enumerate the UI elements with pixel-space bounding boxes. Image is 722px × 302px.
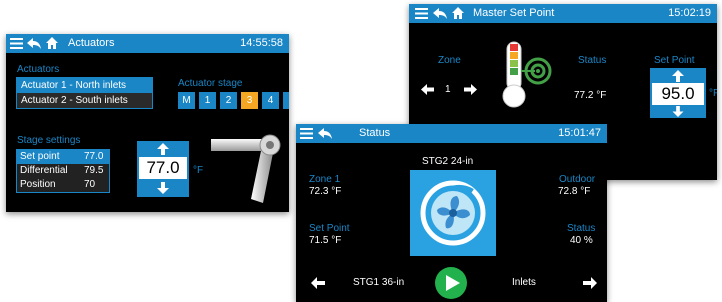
set-point-label: Set Point <box>309 223 350 234</box>
arrow-left-icon[interactable] <box>421 84 434 95</box>
actuator-arm-illustration <box>211 134 281 203</box>
page-title: Master Set Point <box>473 7 555 19</box>
outdoor-label: Outdoor <box>559 174 596 185</box>
stage-settings-table: Set point 77.0 Differential 79.5 Position 7… <box>16 149 110 193</box>
status-panel: Status 15:01:47 STG2 24-in Zone 1 72.3 °… <box>296 124 607 302</box>
header-bar: Master Set Point 15:02:19 <box>409 4 717 23</box>
actuators-panel: Actuators 14:55:58 Actuators Actuator 1 … <box>6 34 289 212</box>
stage-settings-label: Stage settings <box>17 135 81 146</box>
setpoint-stepper: 77.0 <box>137 141 189 197</box>
status-label: Status <box>578 55 607 66</box>
fan-icon[interactable] <box>410 170 496 256</box>
clock: 15:02:19 <box>668 7 711 19</box>
arrow-down-icon[interactable] <box>157 182 169 194</box>
zone-value: 1 <box>445 84 451 95</box>
menu-icon[interactable] <box>415 7 428 20</box>
arrow-up-icon[interactable] <box>672 70 684 82</box>
menu-icon[interactable] <box>300 127 313 140</box>
stage-button-3[interactable]: 3 <box>241 92 258 109</box>
stage-button-1[interactable]: 1 <box>199 92 216 109</box>
list-item[interactable]: Actuator 1 - North inlets <box>17 78 152 93</box>
actuator-stage-label: Actuator stage <box>178 78 243 89</box>
setting-name: Set point <box>20 151 60 162</box>
status-label: Status <box>567 223 596 234</box>
arrow-down-icon[interactable] <box>672 106 684 117</box>
previous-stage-label[interactable]: STG1 36-in <box>353 277 404 288</box>
setting-value: 70 <box>84 179 96 190</box>
status-value: 77.2 °F <box>574 90 607 101</box>
home-icon[interactable] <box>45 36 59 50</box>
back-icon[interactable] <box>318 127 332 140</box>
next-section-label[interactable]: Inlets <box>512 277 536 288</box>
menu-icon[interactable] <box>10 37 23 50</box>
table-row[interactable]: Position 70 <box>17 178 109 192</box>
setting-name: Position <box>20 179 56 190</box>
arrow-up-icon[interactable] <box>157 143 169 155</box>
table-row[interactable]: Differential 79.5 <box>17 164 109 178</box>
header-bar: Actuators 14:55:58 <box>6 34 289 53</box>
arrow-right-icon[interactable] <box>583 277 597 289</box>
unit-label: °F <box>193 165 204 176</box>
stage-heading: STG2 24-in <box>422 156 474 167</box>
clock: 14:55:58 <box>240 37 283 49</box>
set-point-label: Set Point <box>654 55 695 66</box>
page-title: Actuators <box>68 37 115 49</box>
arrow-left-icon[interactable] <box>311 277 325 289</box>
setting-value: 79.5 <box>84 165 104 176</box>
stepper-value[interactable]: 95.0 <box>652 83 704 105</box>
zone-label: Zone 1 <box>309 174 341 185</box>
outdoor-value: 72.8 °F <box>558 186 591 197</box>
stepper-value[interactable]: 77.0 <box>139 157 187 179</box>
thermometer-target-icon <box>502 41 552 108</box>
status-value: 40 % <box>570 235 593 246</box>
stage-button-5[interactable]: 5 <box>283 92 289 109</box>
home-icon[interactable] <box>451 6 465 20</box>
header-bar: Status 15:01:47 <box>296 124 607 143</box>
back-icon[interactable] <box>27 37 41 50</box>
stage-button-4[interactable]: 4 <box>262 92 279 109</box>
play-icon[interactable] <box>434 266 468 300</box>
page-title: Status <box>359 127 391 139</box>
zone-label: Zone <box>438 55 461 66</box>
zone-value: 72.3 °F <box>309 186 342 197</box>
unit-label: °F <box>709 88 717 99</box>
setting-value: 77.0 <box>84 151 104 162</box>
list-item[interactable]: Actuator 2 - South inlets <box>17 93 152 108</box>
clock: 15:01:47 <box>558 127 601 139</box>
back-icon[interactable] <box>433 7 447 20</box>
stage-button-2[interactable]: 2 <box>220 92 237 109</box>
actuator-list: Actuator 1 - North inlets Actuator 2 - S… <box>16 77 153 109</box>
set-point-value: 71.5 °F <box>309 235 342 246</box>
arrow-right-icon[interactable] <box>464 84 477 95</box>
table-row[interactable]: Set point 77.0 <box>17 150 109 164</box>
setting-name: Differential <box>20 165 68 176</box>
actuators-label: Actuators <box>17 64 60 75</box>
stage-button-m[interactable]: M <box>178 92 195 109</box>
setpoint-stepper: 95.0 <box>650 68 706 118</box>
